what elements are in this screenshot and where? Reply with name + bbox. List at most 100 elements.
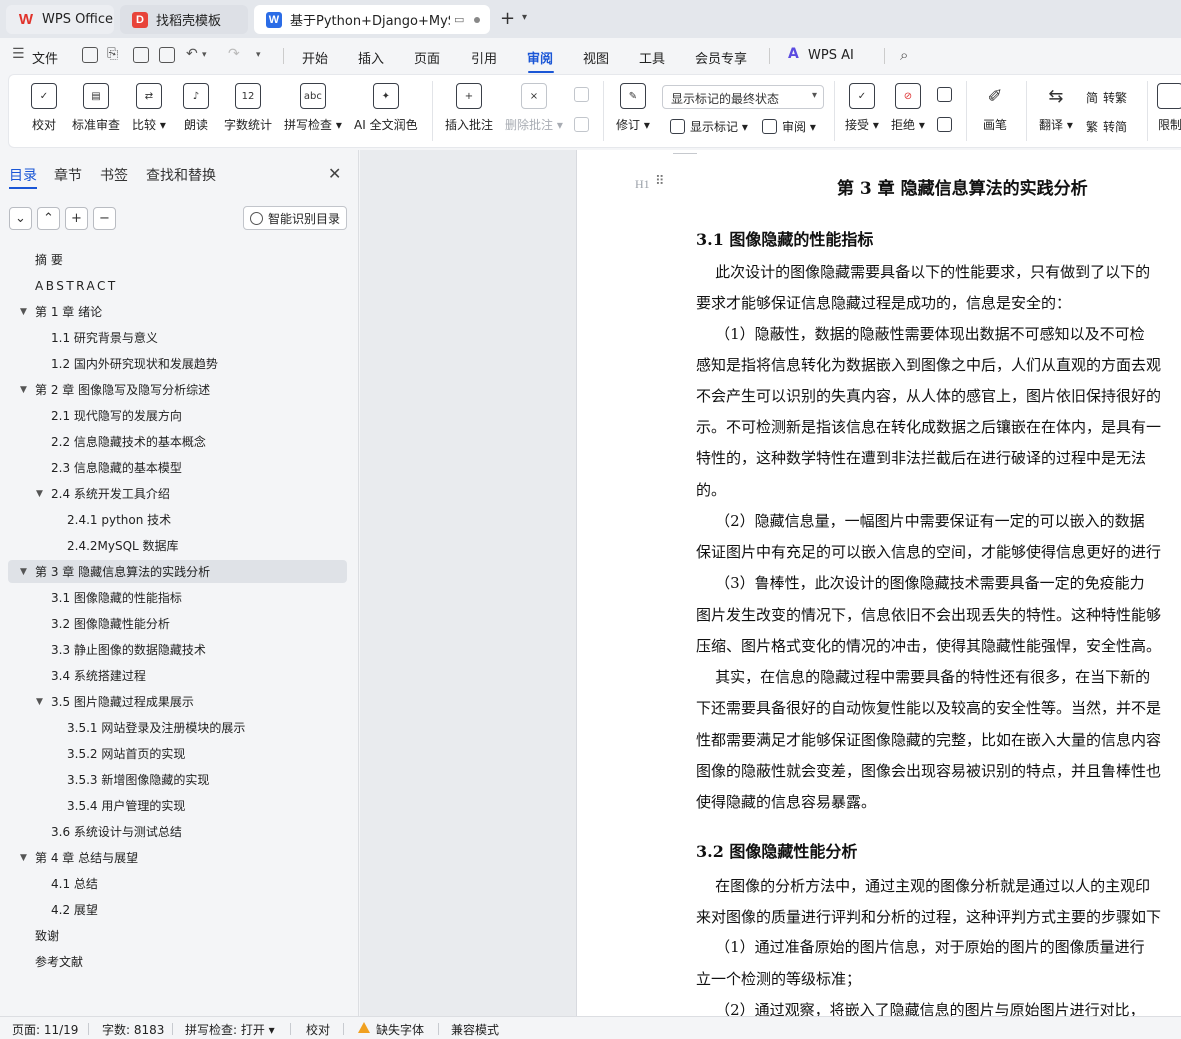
toc-item[interactable]: 3.2 图像隐藏性能分析 (8, 612, 347, 635)
read-aloud-button[interactable]: ♪ 朗读 (183, 83, 209, 133)
save-icon[interactable] (82, 47, 98, 63)
standard-review-button[interactable]: ▤ 标准审查 (72, 83, 120, 133)
document-canvas[interactable]: H1 ⠿ 第 3 章 隐藏信息算法的实践分析 3.1 图像隐藏的性能指标 此次设计… (360, 150, 1181, 1016)
new-tab-plus-icon[interactable]: + (500, 8, 515, 29)
document-paragraph-line[interactable]: 性都需要满足才能够保证图像隐藏的完整，比如在嵌入大量的信息内容 (696, 729, 1181, 750)
translate-button[interactable]: ⇆ 翻译 ▾ (1039, 83, 1073, 133)
nav-tab-toc[interactable]: 目录 (9, 165, 37, 185)
pen-button[interactable]: ✐ 画笔 (982, 83, 1008, 133)
toc-item[interactable]: 3.6 系统设计与测试总结 (8, 820, 347, 843)
menu-file[interactable]: 文件 (32, 48, 58, 67)
document-paragraph-line[interactable]: 来对图像的质量进行评判和分析的过程，这种评判方式主要的步骤如下 (696, 906, 1181, 927)
nav-tab-find-replace[interactable]: 查找和替换 (146, 165, 216, 185)
toc-item[interactable]: 2.4.2MySQL 数据库 (8, 534, 347, 557)
expand-caret-icon[interactable]: ▼ (36, 697, 43, 707)
expand-caret-icon[interactable]: ▼ (20, 385, 27, 395)
toc-item[interactable]: ▼ 第 2 章 图像隐写及隐写分析综述 (8, 378, 347, 401)
more-chevron-icon[interactable]: ▾ (256, 50, 261, 60)
unsaved-dot-icon[interactable] (474, 17, 480, 23)
document-paragraph-line[interactable]: 下还需要具备很好的自动恢复性能以及较高的安全性等。当然，并不是 (696, 697, 1181, 718)
menu-member[interactable]: 会员专享 (695, 48, 747, 67)
document-paragraph-line[interactable]: 其实，在信息的隐藏过程中需要具备的特性还有很多，在当下新的 (696, 666, 1181, 687)
add-heading-button[interactable]: + (65, 207, 88, 230)
toc-item[interactable]: 2.2 信息隐藏技术的基本概念 (8, 430, 347, 453)
missing-font-indicator[interactable]: 缺失字体 (376, 1021, 424, 1038)
document-paragraph-line[interactable]: 示。不可检测新是指该信息在转化成数据之后镶嵌在在体内，是具有一 (696, 416, 1181, 437)
document-paragraph-line[interactable]: （1）通过准备原始的图片信息，对于原始的图片的图像质量进行 (696, 936, 1181, 957)
proofread-button[interactable]: ✓ 校对 (31, 83, 57, 133)
delete-comment-button[interactable]: × 删除批注 ▾ (505, 83, 563, 133)
toc-item[interactable]: ▼ 第 3 章 隐藏信息算法的实践分析 (8, 560, 347, 583)
document-paragraph-line[interactable]: 此次设计的图像隐藏需要具备以下的性能要求，只有做到了以下的 (696, 261, 1181, 282)
page-indicator[interactable]: 页面: 11/19 (12, 1021, 78, 1038)
undo-chevron-icon[interactable]: ▾ (202, 50, 207, 60)
compare-button[interactable]: ⇄ 比较 ▾ (132, 83, 166, 133)
menu-insert[interactable]: 插入 (358, 48, 384, 67)
next-comment-button[interactable] (574, 117, 594, 132)
document-paragraph-line[interactable]: 立一个检测的等级标准； (696, 968, 1181, 989)
document-paragraph-line[interactable]: 使得隐藏的信息容易暴露。 (696, 791, 1181, 812)
ai-polish-button[interactable]: ✦ AI 全文润色 (354, 83, 418, 133)
wps-ai-icon[interactable]: A (788, 46, 799, 62)
toc-item[interactable]: 3.5.3 新增图像隐藏的实现 (8, 768, 347, 791)
proof-indicator[interactable]: 校对 (306, 1021, 330, 1038)
menu-page[interactable]: 页面 (414, 48, 440, 67)
drag-handle-icon[interactable]: ⠿ (655, 174, 664, 189)
tab-list-chevron-icon[interactable]: ▾ (522, 12, 527, 23)
toc-item[interactable]: ▼ 2.4 系统开发工具介绍 (8, 482, 347, 505)
menu-wps-ai[interactable]: WPS AI (808, 48, 854, 63)
toc-item[interactable]: 2.3 信息隐藏的基本模型 (8, 456, 347, 479)
document-paragraph-line[interactable]: 的。 (696, 479, 1181, 500)
export-icon[interactable]: ⎘ (107, 46, 118, 62)
tab-document[interactable]: W 基于Python+Django+MySQL ▭ (254, 5, 490, 34)
word-count-indicator[interactable]: 字数: 8183 (102, 1021, 164, 1038)
spell-check-button[interactable]: abc 拼写检查 ▾ (284, 83, 342, 133)
document-paragraph-line[interactable]: 保证图片中有充足的可以嵌入信息的空间，才能够使得信息更好的进行 (696, 541, 1181, 562)
remove-heading-button[interactable]: − (93, 207, 116, 230)
toc-item[interactable]: 4.2 展望 (8, 898, 347, 921)
document-paragraph-line[interactable]: 特性的，这种数学特性在遭到非法拦截后在进行破译的过程中是无法 (696, 447, 1181, 468)
to-simplified-button[interactable]: 繁转简 (1086, 118, 1127, 135)
reject-button[interactable]: ⊘ 拒绝 ▾ (891, 83, 925, 133)
menu-view[interactable]: 视图 (583, 48, 609, 67)
tab-docer-templates[interactable]: D 找稻壳模板 (120, 5, 248, 34)
accept-button[interactable]: ✓ 接受 ▾ (845, 83, 879, 133)
prev-comment-button[interactable] (574, 87, 594, 102)
menu-home[interactable]: 开始 (302, 48, 328, 67)
review-pane-button[interactable]: 审阅 ▾ (762, 118, 816, 135)
document-paragraph-line[interactable]: 感知是指将信息转化为数据嵌入到图像之中后，人们从直观的方面去观 (696, 354, 1181, 375)
restrict-editing-button[interactable]: 限制 (1157, 83, 1181, 133)
tab-wps-office[interactable]: W WPS Office (6, 5, 114, 34)
toc-item[interactable]: 3.3 静止图像的数据隐藏技术 (8, 638, 347, 661)
document-paragraph-line[interactable]: 图片发生改变的情况下，信息依旧不会出现丢失的特性。这种特性能够 (696, 604, 1181, 625)
toc-item[interactable]: 参考文献 (8, 950, 347, 973)
document-heading[interactable]: 第 3 章 隐藏信息算法的实践分析 (837, 174, 1181, 199)
show-markup-button[interactable]: 显示标记 ▾ (670, 118, 748, 135)
print-icon[interactable] (133, 47, 149, 63)
spell-check-indicator[interactable]: 拼写检查: 打开 ▾ (185, 1021, 275, 1038)
markup-state-select[interactable]: 显示标记的最终状态 ▾ (662, 85, 824, 109)
document-paragraph-line[interactable]: （1）隐蔽性，数据的隐蔽性需要体现出数据不可感知以及不可检 (696, 323, 1181, 344)
toc-item[interactable]: 2.1 现代隐写的发展方向 (8, 404, 347, 427)
document-paragraph-line[interactable]: 压缩、图片格式变化的情况的冲击，使得其隐藏性能强悍，安全性高。 (696, 635, 1181, 656)
toc-item[interactable]: 3.5.2 网站首页的实现 (8, 742, 347, 765)
document-paragraph-line[interactable]: 在图像的分析方法中，通过主观的图像分析就是通过以人的主观印 (696, 875, 1181, 896)
expand-all-button[interactable]: ⌃ (37, 207, 60, 230)
nav-tab-bookmarks[interactable]: 书签 (100, 165, 128, 185)
document-paragraph-line[interactable]: 不会产生可以识别的失真内容，从人体的感官上，图片依旧保持很好的 (696, 385, 1181, 406)
hamburger-icon[interactable]: ☰ (12, 46, 25, 62)
nav-tab-sections[interactable]: 章节 (54, 165, 82, 185)
toc-item[interactable]: 3.1 图像隐藏的性能指标 (8, 586, 347, 609)
toc-item[interactable]: 3.4 系统搭建过程 (8, 664, 347, 687)
toc-item[interactable]: ▼ 第 4 章 总结与展望 (8, 846, 347, 869)
prev-change-button[interactable] (937, 87, 957, 102)
toc-item[interactable]: 1.1 研究背景与意义 (8, 326, 347, 349)
expand-caret-icon[interactable]: ▼ (20, 853, 27, 863)
toc-item[interactable]: 1.2 国内外研究现状和发展趋势 (8, 352, 347, 375)
smart-toc-button[interactable]: 智能识别目录 (243, 206, 347, 230)
toc-item[interactable]: 摘 要 (8, 248, 347, 271)
document-heading[interactable]: 3.1 图像隐藏的性能指标 (696, 226, 1181, 250)
menu-reference[interactable]: 引用 (471, 48, 497, 67)
undo-icon[interactable]: ↶ (186, 46, 198, 62)
expand-caret-icon[interactable]: ▼ (20, 307, 27, 317)
